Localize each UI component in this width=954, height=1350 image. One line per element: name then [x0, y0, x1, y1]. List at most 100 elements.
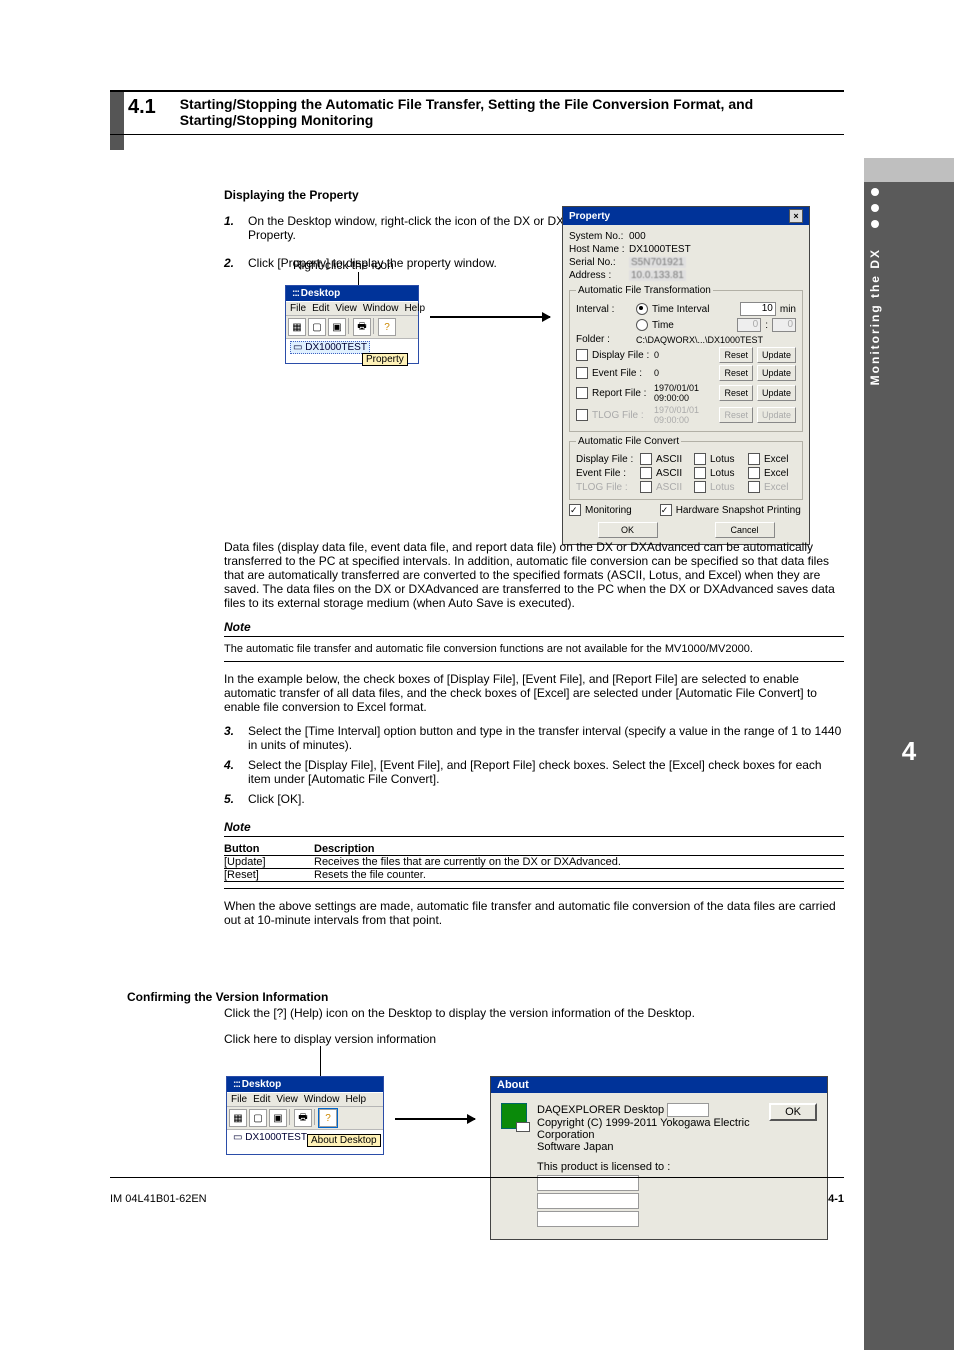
radio-time-interval[interactable] — [636, 303, 648, 315]
footer-doc-id: IM 04L41B01-62EN — [110, 1193, 207, 1205]
group-afc: Automatic File Convert Display File :ASC… — [569, 436, 803, 500]
radio-time[interactable] — [636, 319, 648, 331]
help-icon[interactable]: ? — [378, 318, 396, 336]
afc-row: TLOG File :ASCIILotusExcel — [576, 481, 796, 493]
menu-view[interactable]: View — [335, 303, 357, 314]
ok-button[interactable]: OK — [598, 522, 658, 538]
section-title: Starting/Stopping the Automatic File Tra… — [180, 96, 844, 128]
value-hostname: DX1000TEST — [629, 244, 691, 255]
chapter-number: 4 — [864, 736, 954, 767]
toolbar-btn-2[interactable]: ▢ — [249, 1109, 267, 1127]
device-item[interactable]: ▭ DX1000TEST — [290, 341, 370, 354]
menu-edit[interactable]: Edit — [253, 1094, 270, 1105]
aft-file-row: TLOG File :1970/01/01 09:00:00ResetUpdat… — [576, 405, 796, 425]
chk-monitoring[interactable] — [569, 504, 581, 516]
toolbar-btn-1[interactable]: ▦ — [229, 1109, 247, 1127]
about-copyright: Copyright (C) 1999-2011 Yokogawa Electri… — [537, 1117, 759, 1141]
toolbar-btn-print[interactable]: 🖶 — [353, 318, 371, 336]
menu-file[interactable]: File — [231, 1094, 247, 1105]
note-table: Button Description [Update] Receives the… — [224, 843, 844, 882]
chk-excel[interactable] — [748, 453, 760, 465]
toolbar-btn-2[interactable]: ▢ — [308, 318, 326, 336]
close-icon[interactable]: × — [789, 209, 803, 223]
menu-file[interactable]: File — [290, 303, 306, 314]
group-afc-legend: Automatic File Convert — [576, 436, 681, 447]
menu-help[interactable]: Help — [404, 303, 425, 314]
version-body: Click the [?] (Help) icon on the Desktop… — [224, 1006, 847, 1020]
input-interval[interactable]: 10 — [740, 302, 776, 316]
file-value: 0 — [654, 350, 715, 360]
para-after: When the above settings are made, automa… — [224, 899, 844, 927]
label-hostname: Host Name : — [569, 244, 625, 255]
label-interval: Interval : — [576, 304, 632, 315]
note-label-2: Note — [224, 820, 844, 834]
about-dialog: About DAQEXPLORER Desktop Copyright (C) … — [490, 1076, 828, 1240]
afc-row: Display File :ASCIILotusExcel — [576, 453, 796, 465]
update-button: Update — [757, 407, 796, 423]
label-min: min — [780, 304, 796, 315]
about-app-icon — [501, 1103, 527, 1129]
aft-file-row: Report File :1970/01/01 09:00:00ResetUpd… — [576, 383, 796, 403]
chk-ascii[interactable] — [640, 467, 652, 479]
license-field-3 — [537, 1211, 639, 1227]
group-aft: Automatic File Transformation Interval :… — [569, 285, 803, 432]
value-folder: C:\DAQWORX\...\DX1000TEST — [636, 335, 763, 345]
reset-button[interactable]: Reset — [719, 347, 753, 363]
arrow-icon — [430, 316, 550, 318]
menu-view[interactable]: View — [276, 1094, 298, 1105]
menu-help[interactable]: Help — [345, 1094, 366, 1105]
menu-edit[interactable]: Edit — [312, 303, 329, 314]
afc-label: TLOG File : — [576, 482, 636, 493]
update-button[interactable]: Update — [757, 365, 796, 381]
menu-window[interactable]: Window — [363, 303, 399, 314]
subsection-title: Displaying the Property — [224, 188, 359, 202]
chapter-tab: Monitoring the DX 4 — [864, 158, 954, 1350]
chk-lotus[interactable] — [694, 453, 706, 465]
toolbar-btn-1[interactable]: ▦ — [288, 318, 306, 336]
chk-file[interactable] — [576, 387, 588, 399]
dialog-titlebar: Property × — [563, 207, 809, 225]
file-value: 0 — [654, 368, 715, 378]
footer-page-no: 4-1 — [828, 1193, 844, 1205]
chk-lotus — [694, 481, 706, 493]
version-heading: Confirming the Version Information — [127, 990, 847, 1004]
update-button[interactable]: Update — [757, 385, 796, 401]
about-ok-button[interactable]: OK — [769, 1103, 817, 1121]
callout-help: Click here to display version informatio… — [224, 1032, 436, 1046]
aft-file-row: Display File :0ResetUpdate — [576, 347, 796, 363]
chk-file[interactable] — [576, 367, 588, 379]
help-icon[interactable]: ? — [319, 1109, 337, 1127]
cancel-button[interactable]: Cancel — [715, 522, 775, 538]
toolbar-btn-3[interactable]: ▣ — [269, 1109, 287, 1127]
label-folder: Folder : — [576, 334, 632, 345]
label-serial: Serial No.: — [569, 257, 625, 268]
file-label: Event File : — [592, 368, 650, 379]
menu-window[interactable]: Window — [304, 1094, 340, 1105]
file-value: 1970/01/01 09:00:00 — [654, 405, 715, 425]
chk-hwprint[interactable] — [660, 504, 672, 516]
input-hour: 0 — [737, 318, 761, 332]
chk-ascii — [640, 481, 652, 493]
toolbar-btn-3[interactable]: ▣ — [328, 318, 346, 336]
section-number: 4.1 — [110, 96, 180, 119]
tooltip-about: About Desktop — [307, 1134, 381, 1147]
value-systemno: 000 — [629, 231, 646, 242]
label-address: Address : — [569, 270, 625, 281]
chk-file[interactable] — [576, 349, 588, 361]
note-label: Note — [224, 620, 844, 634]
menubar[interactable]: File Edit View Window Help — [286, 301, 418, 316]
chk-lotus[interactable] — [694, 467, 706, 479]
note-text: The automatic file transfer and automati… — [224, 643, 844, 655]
about-sw: Software Japan — [537, 1141, 759, 1153]
chk-ascii[interactable] — [640, 453, 652, 465]
afc-label: Display File : — [576, 454, 636, 465]
arrow-icon — [395, 1118, 475, 1120]
reset-button[interactable]: Reset — [719, 365, 753, 381]
reset-button[interactable]: Reset — [719, 385, 753, 401]
toolbar-btn-print[interactable]: 🖶 — [294, 1109, 312, 1127]
device-item[interactable]: ▭ DX1000TEST — [231, 1132, 309, 1143]
chk-excel[interactable] — [748, 467, 760, 479]
step-5: 5.Click [OK]. — [224, 792, 844, 806]
update-button[interactable]: Update — [757, 347, 796, 363]
about-product: DAQEXPLORER Desktop — [537, 1104, 664, 1116]
